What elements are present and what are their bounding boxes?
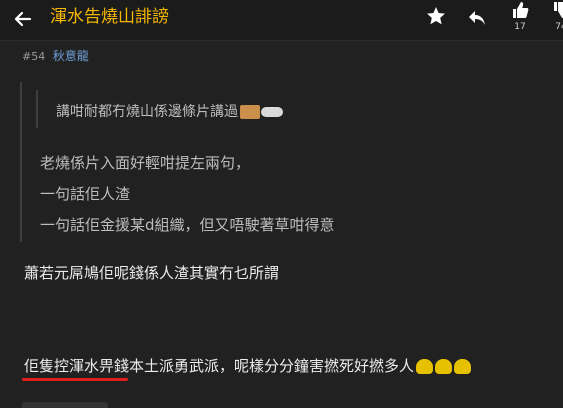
quote-line: 老燒係片入面好輕咁提左兩句， — [40, 154, 251, 172]
post-number: #54 — [22, 50, 46, 63]
dislike-button[interactable]: 74 — [548, 0, 563, 36]
like-button[interactable]: 17 — [507, 0, 533, 36]
quote-line: 一句話佢人渣 — [40, 185, 131, 203]
quote-bar-outer — [20, 82, 22, 242]
smiley-icon — [454, 359, 472, 374]
back-arrow-icon[interactable] — [10, 6, 36, 32]
body-line-text: 佢隻控渾水畀錢本土派勇武派，呢樣分分鐘害撚死好撚多人 — [24, 357, 415, 375]
post-meta: #54 秋意龍 — [22, 48, 89, 65]
reply-icon[interactable] — [466, 6, 488, 28]
smiley-icon — [416, 359, 434, 374]
smiley-icon — [435, 359, 453, 374]
nested-quote: 講咁耐都冇燒山係邊條片講過 — [56, 103, 283, 121]
smiley-icon — [240, 105, 260, 119]
quote-line: 一句話佢金援某d組織，但又唔駛著草咁得意 — [40, 216, 335, 234]
body-line-emphasis: 佢隻控渾水畀錢本土派勇武派，呢樣分分鐘害撚死好撚多人 — [24, 356, 472, 376]
red-underline — [22, 378, 128, 381]
thumbs-up-icon — [513, 2, 529, 18]
nested-quote-text: 講咁耐都冇燒山係邊條片講過 — [56, 104, 238, 120]
thread-title: 渾水告燒山誹謗 — [50, 7, 169, 27]
body-line: 蕭若元屌鳩佢呢錢係人渣其實冇乜所謂 — [24, 264, 280, 282]
top-bar: 渾水告燒山誹謗 17 74 — [0, 0, 563, 41]
thumbs-down-icon — [554, 2, 563, 18]
star-icon[interactable] — [425, 5, 447, 27]
dislike-count: 74 — [555, 22, 563, 32]
post-username[interactable]: 秋意龍 — [53, 49, 89, 63]
smiley-icon — [261, 107, 283, 117]
bottom-tab[interactable] — [22, 402, 108, 408]
like-count: 17 — [514, 22, 526, 32]
quote-bar-inner — [36, 90, 38, 128]
